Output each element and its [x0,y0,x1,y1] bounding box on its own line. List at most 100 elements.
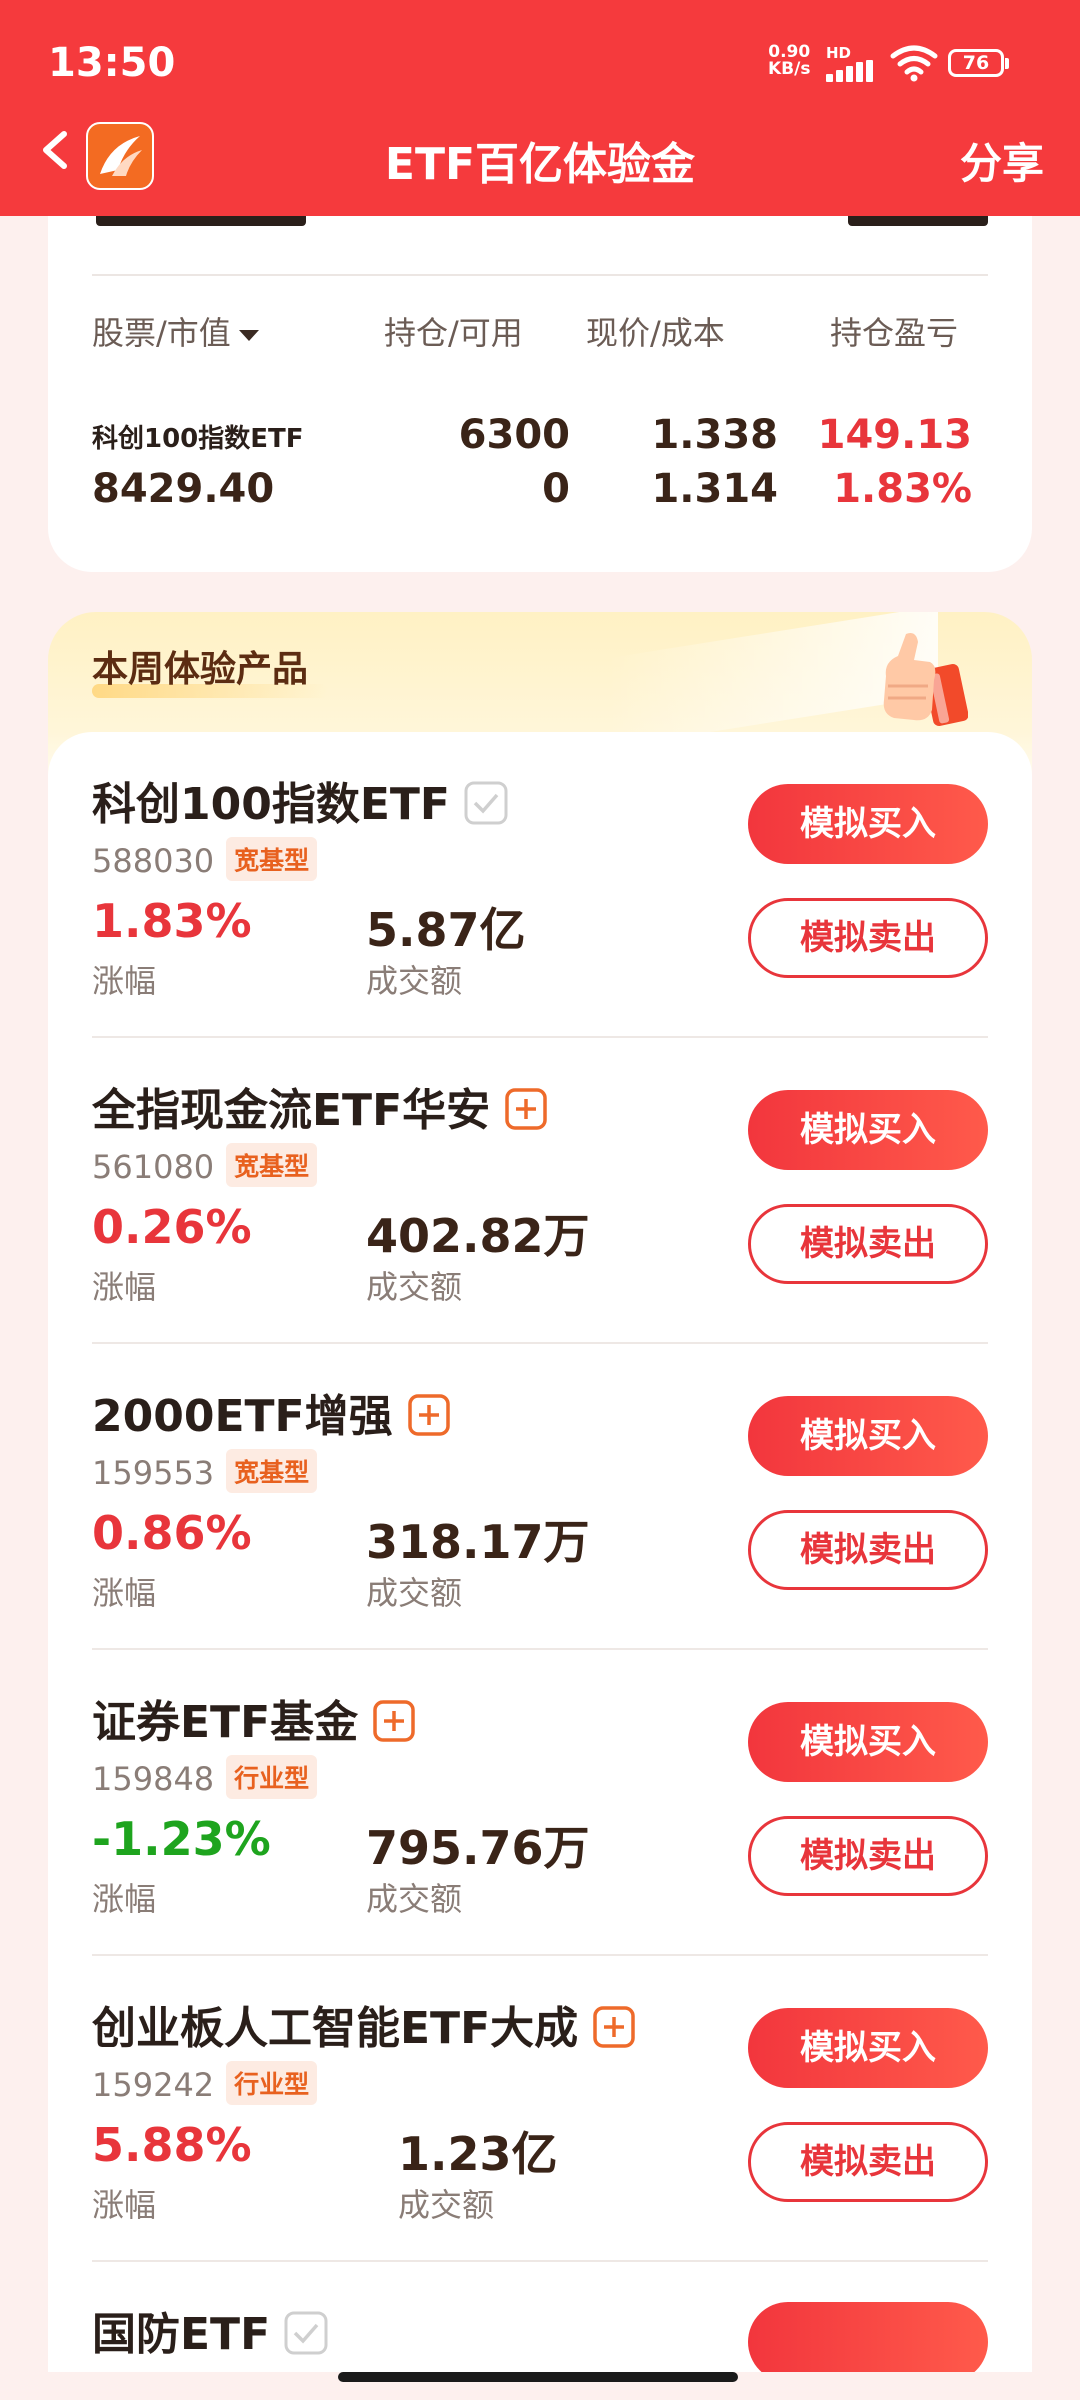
change-label: 涨幅 [92,2186,157,2224]
simulate-buy-button[interactable]: 模拟买入 [748,784,988,864]
product-type-tag: 行业型 [226,1755,318,1799]
weekly-products-section: 本周体验产品 科创100指数ETF 588030 宽基型 1.83% 涨幅 5.8… [48,612,1032,2372]
product-name[interactable]: 科创100指数ETF [92,768,508,832]
holding-cost: 1.314 [651,466,778,512]
product-name-text: 创业板人工智能ETF大成 [92,2003,579,2054]
change-value: 1.83% [92,894,252,948]
product-name-text: 全指现金流ETF华安 [92,1085,491,1136]
turnover-value: 795.76万 [366,1821,590,1875]
page-title: ETF百亿体验金 [384,139,696,190]
product-code: 159553 [92,1454,215,1492]
network-speed-unit: KB/s [768,59,811,79]
change-label: 涨幅 [92,1268,157,1306]
product-item: 全指现金流ETF华安 561080 宽基型 0.26% 涨幅 402.82万 成交… [92,1038,988,1344]
plus-icon[interactable] [407,1393,451,1437]
change-value: -1.23% [92,1812,271,1866]
product-code: 561080 [92,1148,215,1186]
holding-pnl: 149.13 [817,412,972,458]
product-name[interactable]: 全指现金流ETF华安 [92,1074,548,1138]
product-code-row: 159848 行业型 [92,1755,318,1802]
product-item: 创业板人工智能ETF大成 159242 行业型 5.88% 涨幅 1.23亿 成交… [92,1956,988,2262]
product-code: 159848 [92,1760,215,1798]
plus-icon[interactable] [372,1699,416,1743]
status-bar: 13:50 0.90 KB/s HD 76 [0,0,1080,120]
turnover-value: 5.87亿 [366,903,526,957]
simulate-sell-button[interactable]: 模拟卖出 [748,2122,988,2202]
change-value: 0.26% [92,1200,252,1254]
check-icon[interactable] [464,781,508,825]
change-value: 0.86% [92,1506,252,1560]
header-stock-label: 股票/市值 [92,314,231,352]
header-position: 持仓/可用 [384,314,523,352]
sort-desc-icon[interactable] [238,329,259,341]
holding-market-value: 8429.40 [92,466,275,512]
simulate-sell-button[interactable]: 模拟卖出 [748,1510,988,1590]
product-item: 2000ETF增强 159553 宽基型 0.86% 涨幅 318.17万 成交额… [92,1344,988,1650]
holding-price: 1.338 [651,412,778,458]
product-name-text: 2000ETF增强 [92,1391,393,1442]
holding-position: 6300 [458,412,570,458]
product-code-row: 588030 宽基型 [92,837,318,884]
product-name[interactable]: 证券ETF基金 [92,1686,416,1750]
product-item: 国防ETF [92,2262,988,2372]
product-type-tag: 宽基型 [226,1449,318,1493]
section-title: 本周体验产品 [92,649,309,690]
product-code: 588030 [92,842,215,880]
product-code: 159242 [92,2066,215,2104]
holdings-card: 股票/市值 持仓/可用 现价/成本 持仓盈亏 科创100指数ETF 8429.4… [48,216,1032,572]
top-bar: 13:50 0.90 KB/s HD 76 ETF百亿体验金 分享 [0,0,1080,216]
simulate-sell-button[interactable]: 模拟卖出 [748,898,988,978]
product-name-text: 证券ETF基金 [92,1697,359,1748]
home-indicator[interactable] [338,2372,738,2382]
plus-icon[interactable] [504,1087,548,1131]
simulate-buy-button[interactable]: 模拟买入 [748,2008,988,2088]
header-pnl: 持仓盈亏 [830,314,959,352]
thumbs-up-icon [883,633,968,726]
simulate-buy-button[interactable]: 模拟买入 [748,1702,988,1782]
turnover-value: 318.17万 [366,1515,590,1569]
change-label: 涨幅 [92,1574,157,1612]
turnover-value: 1.23亿 [398,2127,558,2181]
product-name[interactable]: 创业板人工智能ETF大成 [92,1992,636,2056]
battery-icon: 76 [948,49,1009,77]
product-code-row: 159242 行业型 [92,2061,318,2108]
simulate-sell-button[interactable]: 模拟卖出 [748,1816,988,1896]
holding-name[interactable]: 科创100指数ETF [92,418,304,455]
scrolled-text-fragment [848,216,988,226]
scrolled-text-fragment [96,216,306,226]
product-code-row: 561080 宽基型 [92,1143,318,1190]
product-item: 科创100指数ETF 588030 宽基型 1.83% 涨幅 5.87亿 成交额 … [92,732,988,1038]
share-button[interactable]: 分享 [960,130,1044,191]
change-label: 涨幅 [92,1880,157,1918]
turnover-label: 成交额 [366,1574,463,1612]
product-type-tag: 宽基型 [226,837,318,881]
check-icon[interactable] [284,2311,328,2355]
status-time: 13:50 [48,40,176,86]
divider [92,274,988,276]
signal-icon [826,60,876,82]
simulate-buy-button[interactable] [748,2302,988,2372]
product-item: 证券ETF基金 159848 行业型 -1.23% 涨幅 795.76万 成交额 … [92,1650,988,1956]
product-name-text: 科创100指数ETF [92,779,450,830]
product-code-row: 159553 宽基型 [92,1449,318,1496]
product-name-text: 国防ETF [92,2309,271,2360]
turnover-value: 402.82万 [366,1209,590,1263]
header-price-cost: 现价/成本 [586,314,725,352]
simulate-sell-button[interactable]: 模拟卖出 [748,1204,988,1284]
header-stock-value[interactable]: 股票/市值 [92,308,259,354]
product-name[interactable]: 国防ETF [92,2298,328,2362]
turnover-label: 成交额 [366,1880,463,1918]
simulate-buy-button[interactable]: 模拟买入 [748,1090,988,1170]
change-label: 涨幅 [92,962,157,1000]
simulate-buy-button[interactable]: 模拟买入 [748,1396,988,1476]
holding-available: 0 [542,466,570,512]
product-type-tag: 宽基型 [226,1143,318,1187]
plus-icon[interactable] [592,2005,636,2049]
wifi-icon [890,45,938,82]
network-speed: 0.90 KB/s [768,44,810,78]
turnover-label: 成交额 [398,2186,495,2224]
product-type-tag: 行业型 [226,2061,318,2105]
product-list: 科创100指数ETF 588030 宽基型 1.83% 涨幅 5.87亿 成交额 … [48,732,1032,2372]
product-name[interactable]: 2000ETF增强 [92,1380,451,1444]
holding-pnl-pct: 1.83% [833,466,972,512]
